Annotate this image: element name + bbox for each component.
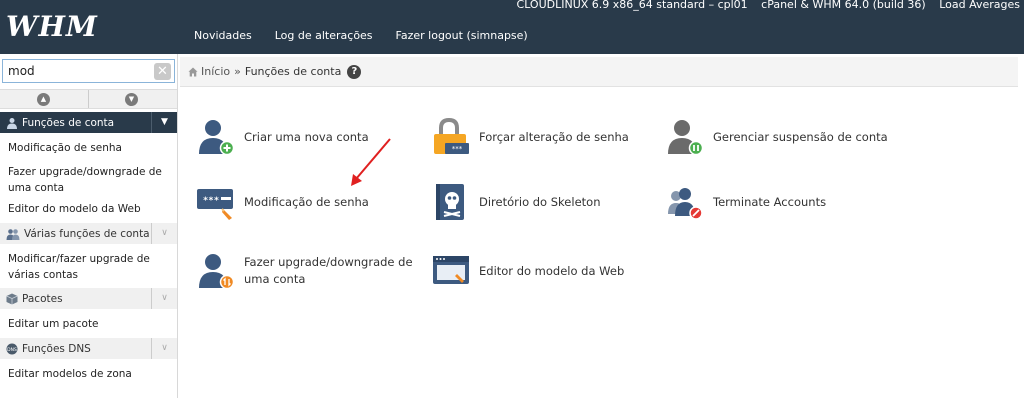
feature-label: Gerenciar suspensão de conta xyxy=(713,129,888,144)
help-icon[interactable]: ? xyxy=(347,64,362,79)
chevron-down-icon[interactable]: ∨ xyxy=(151,223,177,244)
load-averages: Load Averages xyxy=(939,0,1020,11)
terminate-accounts-icon xyxy=(665,182,705,222)
whm-logo[interactable]: WHM xyxy=(6,10,98,43)
annotation-arrow-icon xyxy=(351,138,391,186)
feature-label: Terminate Accounts xyxy=(713,194,827,209)
sidebar-item-password-modify[interactable]: Modificação de senha xyxy=(8,140,176,156)
breadcrumb-home[interactable]: Início xyxy=(201,65,230,78)
feature-force-password[interactable]: *** Forçar alteração de senha xyxy=(431,117,629,157)
home-icon[interactable] xyxy=(188,67,198,77)
top-nav: Novidades Log de alterações Fazer logout… xyxy=(194,29,528,42)
chevron-down-icon[interactable]: ▼ xyxy=(151,112,177,133)
user-icon xyxy=(7,117,17,129)
divider xyxy=(88,90,89,108)
feature-suspend-account[interactable]: Gerenciar suspensão de conta xyxy=(665,117,888,157)
skeleton-icon xyxy=(431,182,471,222)
feature-label: Fazer upgrade/downgrade de uma conta xyxy=(244,255,413,286)
feature-label: Diretório do Skeleton xyxy=(479,194,601,209)
nav-news[interactable]: Novidades xyxy=(194,29,252,42)
users-icon xyxy=(6,228,20,240)
breadcrumb-separator: » xyxy=(234,65,241,78)
top-header: WHM CLOUDLINUX 6.9 x86_64 standard – cpl… xyxy=(0,0,1024,54)
password-modify-icon: *** xyxy=(196,182,236,222)
clear-search-icon[interactable]: ✕ xyxy=(154,63,171,80)
sidebar-item-web-template[interactable]: Editor do modelo da Web xyxy=(8,201,176,217)
search-input[interactable] xyxy=(3,61,143,81)
upgrade-downgrade-icon xyxy=(196,251,236,291)
sidebar-category-packages[interactable]: Pacotes ∨ xyxy=(0,288,177,309)
category-label: Funções de conta xyxy=(22,116,115,129)
feature-upgrade-downgrade[interactable]: Fazer upgrade/downgrade de uma conta xyxy=(196,251,429,291)
svg-text:DNS: DNS xyxy=(7,347,17,353)
sidebar-item-edit-zone-templates[interactable]: Editar modelos de zona xyxy=(8,366,176,382)
category-label: Várias funções de conta xyxy=(24,227,150,240)
os-info: CLOUDLINUX 6.9 x86_64 standard – cpl01 xyxy=(516,0,748,11)
sidebar-nav-arrows: ▲ ▼ xyxy=(0,89,177,109)
sidebar-category-account-functions[interactable]: Funções de conta ▼ xyxy=(0,112,177,133)
feature-terminate-accounts[interactable]: Terminate Accounts xyxy=(665,182,826,222)
category-label: Funções DNS xyxy=(22,342,91,355)
sidebar: ✕ ▲ ▼ Funções de conta ▼ Modificação de … xyxy=(0,54,178,398)
collapse-up-icon[interactable]: ▲ xyxy=(37,93,50,106)
system-info: CLOUDLINUX 6.9 x86_64 standard – cpl01 c… xyxy=(507,0,1020,11)
chevron-down-icon[interactable]: ∨ xyxy=(151,288,177,309)
sidebar-item-upgrade-downgrade[interactable]: Fazer upgrade/downgrade de uma conta xyxy=(8,164,176,196)
feature-label: Editor do modelo da Web xyxy=(479,263,625,278)
version-info: cPanel & WHM 64.0 (build 36) xyxy=(761,0,926,11)
breadcrumb-current: Funções de conta xyxy=(244,65,342,78)
svg-text:***: *** xyxy=(452,145,463,153)
sidebar-category-multi-account[interactable]: Várias funções de conta ∨ xyxy=(0,223,177,244)
dns-icon: DNS xyxy=(6,343,18,354)
sidebar-item-modify-multiple[interactable]: Modificar/fazer upgrade de várias contas xyxy=(8,251,176,283)
sidebar-category-dns[interactable]: DNS Funções DNS ∨ xyxy=(0,338,177,359)
expand-down-icon[interactable]: ▼ xyxy=(125,93,138,106)
web-template-icon xyxy=(431,251,471,291)
svg-text:***: *** xyxy=(203,196,219,206)
nav-changelog[interactable]: Log de alterações xyxy=(275,29,373,42)
feature-skeleton-directory[interactable]: Diretório do Skeleton xyxy=(431,182,600,222)
feature-web-template-editor[interactable]: Editor do modelo da Web xyxy=(431,251,624,291)
breadcrumb: Início » Funções de conta ? xyxy=(180,57,1018,87)
search-box: ✕ xyxy=(2,59,175,83)
create-account-icon xyxy=(196,117,236,157)
chevron-down-icon[interactable]: ∨ xyxy=(151,338,177,359)
feature-label: Forçar alteração de senha xyxy=(479,129,629,144)
suspend-account-icon xyxy=(665,117,705,157)
feature-label: Modificação de senha xyxy=(244,194,369,209)
package-icon xyxy=(6,293,18,304)
nav-logout[interactable]: Fazer logout (simnapse) xyxy=(396,29,528,42)
sidebar-item-edit-package[interactable]: Editar um pacote xyxy=(8,316,176,332)
category-label: Pacotes xyxy=(22,292,63,305)
force-password-icon: *** xyxy=(431,117,471,157)
